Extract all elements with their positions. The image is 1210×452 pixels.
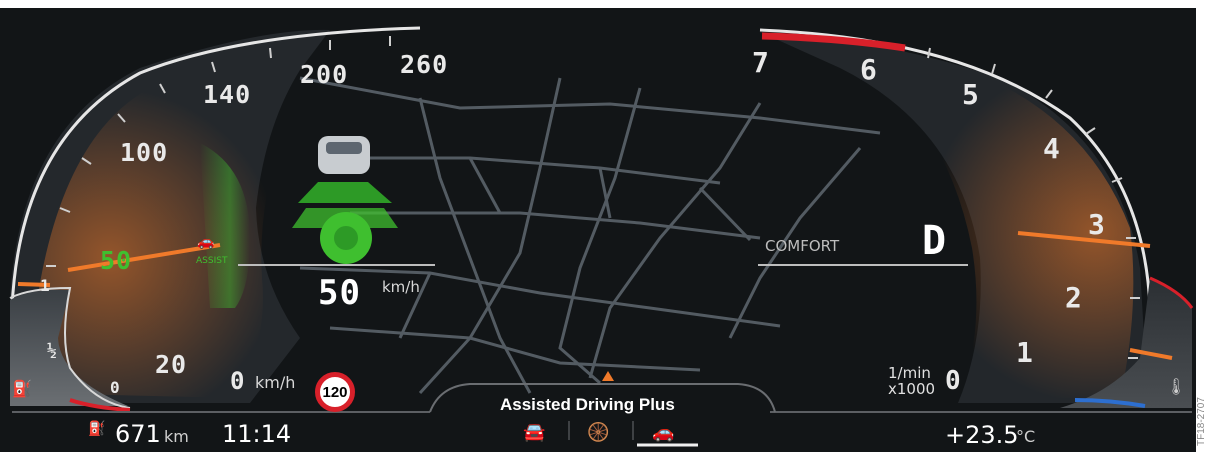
speed-scale-label: 200 bbox=[300, 60, 349, 89]
clock: 11:14 bbox=[222, 420, 292, 448]
assist-icon: 🚗 bbox=[197, 234, 215, 250]
current-speed-unit: km/h bbox=[382, 278, 420, 296]
steering-assist-icon[interactable]: 🛞 bbox=[587, 422, 609, 443]
speed-scale-label: 20 bbox=[155, 350, 188, 379]
speed-limit-sign: 120 bbox=[315, 372, 355, 412]
speed-scale-label: 260 bbox=[400, 50, 449, 79]
rpm-scale-label: 6 bbox=[860, 53, 878, 86]
rpm-scale-label: 1 bbox=[1016, 336, 1034, 369]
cruise-control-icon[interactable]: 🚘 bbox=[523, 422, 545, 443]
highlighted-speed-label: 50 bbox=[100, 246, 133, 275]
instrument-cluster: 20 100 140 200 260 50 0 km/h 50 km/h 🚗 A… bbox=[0, 8, 1196, 452]
drive-mode-label: COMFORT bbox=[765, 237, 840, 255]
rpm-scale-label: 3 bbox=[1088, 208, 1106, 241]
cluster-graphics bbox=[0, 8, 1196, 452]
rpm-scale-label: 4 bbox=[1043, 132, 1061, 165]
range-unit: km bbox=[164, 427, 189, 446]
assist-status-label: ASSIST bbox=[196, 256, 228, 266]
coolant-temperature-icon: 🌡 bbox=[1166, 377, 1187, 396]
fuel-scale-label: 1 bbox=[40, 276, 51, 295]
rpm-scale-label: 7 bbox=[752, 46, 770, 79]
instrument-cluster-screenshot: 20 100 140 200 260 50 0 km/h 50 km/h 🚗 A… bbox=[0, 0, 1210, 452]
assist-menu-title: Assisted Driving Plus bbox=[500, 395, 675, 414]
rpm-unit-bottom: x1000 bbox=[888, 380, 936, 398]
outside-temperature-unit: °C bbox=[1016, 427, 1036, 446]
speed-unit-label: km/h bbox=[255, 373, 296, 392]
rpm-zero-label: 0 bbox=[945, 366, 962, 396]
range-fuel-icon: ⛽ bbox=[88, 421, 106, 437]
outside-temperature-value: +23.5 bbox=[945, 421, 1019, 449]
image-credit: TF18-2707 bbox=[1196, 397, 1207, 446]
gear-indicator: D bbox=[922, 218, 948, 264]
speed-limit-value: 120 bbox=[322, 383, 348, 401]
speed-scale-label: 100 bbox=[120, 138, 169, 167]
fuel-scale-label: ½ bbox=[47, 341, 58, 360]
speed-zero-label: 0 bbox=[230, 367, 246, 395]
rpm-scale-label: 5 bbox=[962, 78, 980, 111]
fuel-scale-label: 0 bbox=[110, 378, 121, 397]
fuel-pump-icon: ⛽ bbox=[12, 379, 32, 398]
speed-scale-label: 140 bbox=[203, 80, 252, 109]
range-value: 671 bbox=[115, 420, 161, 448]
rpm-scale-label: 2 bbox=[1065, 281, 1083, 314]
current-speed-value: 50 bbox=[318, 273, 361, 313]
assisted-driving-icon[interactable]: 🚗 bbox=[652, 422, 674, 443]
